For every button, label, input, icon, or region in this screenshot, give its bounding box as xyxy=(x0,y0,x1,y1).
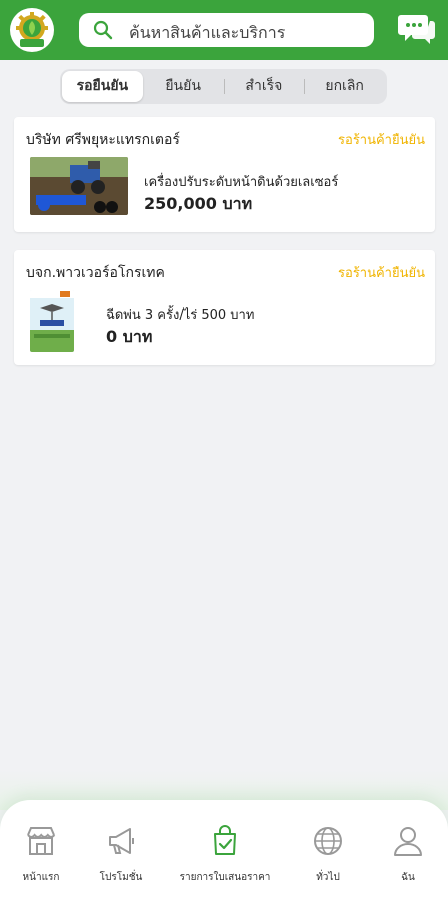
product-name: ฉีดพ่น 3 ครั้ง/ไร่ 500 บาท xyxy=(106,308,255,323)
nav-me[interactable]: ฉัน xyxy=(388,824,428,885)
nav-quotations-label: รายการใบเสนอราคา xyxy=(179,872,271,883)
tab-pending[interactable]: รอยืนยัน xyxy=(62,71,143,102)
user-icon xyxy=(394,827,422,856)
tab-cancelled[interactable]: ยกเลิก xyxy=(304,71,385,102)
nav-home-label: หน้าแรก xyxy=(22,872,60,883)
shopping-bag-check-icon xyxy=(214,825,236,855)
globe-icon xyxy=(314,827,342,855)
status-label: รอร้านค้ายืนยัน xyxy=(338,133,425,148)
company-name: บริษัท ศรีพยุหะแทรกเตอร์ xyxy=(26,132,180,148)
nav-me-label: ฉัน xyxy=(401,872,415,883)
search-icon xyxy=(93,20,113,40)
product-price: 0 บาท xyxy=(106,327,153,346)
status-tabs: รอยืนยัน ยืนยัน สำเร็จ ยกเลิก xyxy=(60,69,387,104)
product-name: เครื่องปรับระดับหน้าดินด้วยเลเซอร์ xyxy=(144,175,339,190)
order-card[interactable]: บจก.พาวเวอร์อโกรเทค รอร้านค้ายืนยัน ฉีดพ… xyxy=(14,250,435,365)
chat-icon[interactable] xyxy=(398,11,436,47)
store-icon xyxy=(27,827,56,855)
bottom-nav: หน้าแรก โปรโมชั่น รายการใบเสนอราคา ทั่วไ… xyxy=(0,800,448,900)
nav-promotion-label: โปรโมชั่น xyxy=(99,872,143,883)
nav-quotations[interactable]: รายการใบเสนอราคา xyxy=(176,824,274,885)
app-header: ค้นหาสินค้าและบริการ xyxy=(0,0,448,60)
nav-general-label: ทั่วไป xyxy=(316,872,340,883)
tab-completed[interactable]: สำเร็จ xyxy=(223,71,305,102)
order-card[interactable]: บริษัท ศรีพยุหะแทรกเตอร์ รอร้านค้ายืนยัน… xyxy=(14,117,435,232)
nav-promotion[interactable]: โปรโมชั่น xyxy=(96,824,146,885)
gear-logo-icon xyxy=(11,9,53,51)
product-image xyxy=(30,157,128,215)
product-price: 250,000 บาท xyxy=(144,194,253,213)
app-logo[interactable] xyxy=(10,8,54,52)
search-placeholder: ค้นหาสินค้าและบริการ xyxy=(129,23,286,42)
nav-general[interactable]: ทั่วไป xyxy=(308,824,348,885)
megaphone-icon xyxy=(109,828,134,854)
status-label: รอร้านค้ายืนยัน xyxy=(338,266,425,281)
company-name: บจก.พาวเวอร์อโกรเทค xyxy=(26,265,165,281)
nav-home[interactable]: หน้าแรก xyxy=(18,824,64,885)
tab-confirmed[interactable]: ยืนยัน xyxy=(143,71,224,102)
product-image xyxy=(30,290,74,352)
search-bar[interactable]: ค้นหาสินค้าและบริการ xyxy=(79,13,374,47)
